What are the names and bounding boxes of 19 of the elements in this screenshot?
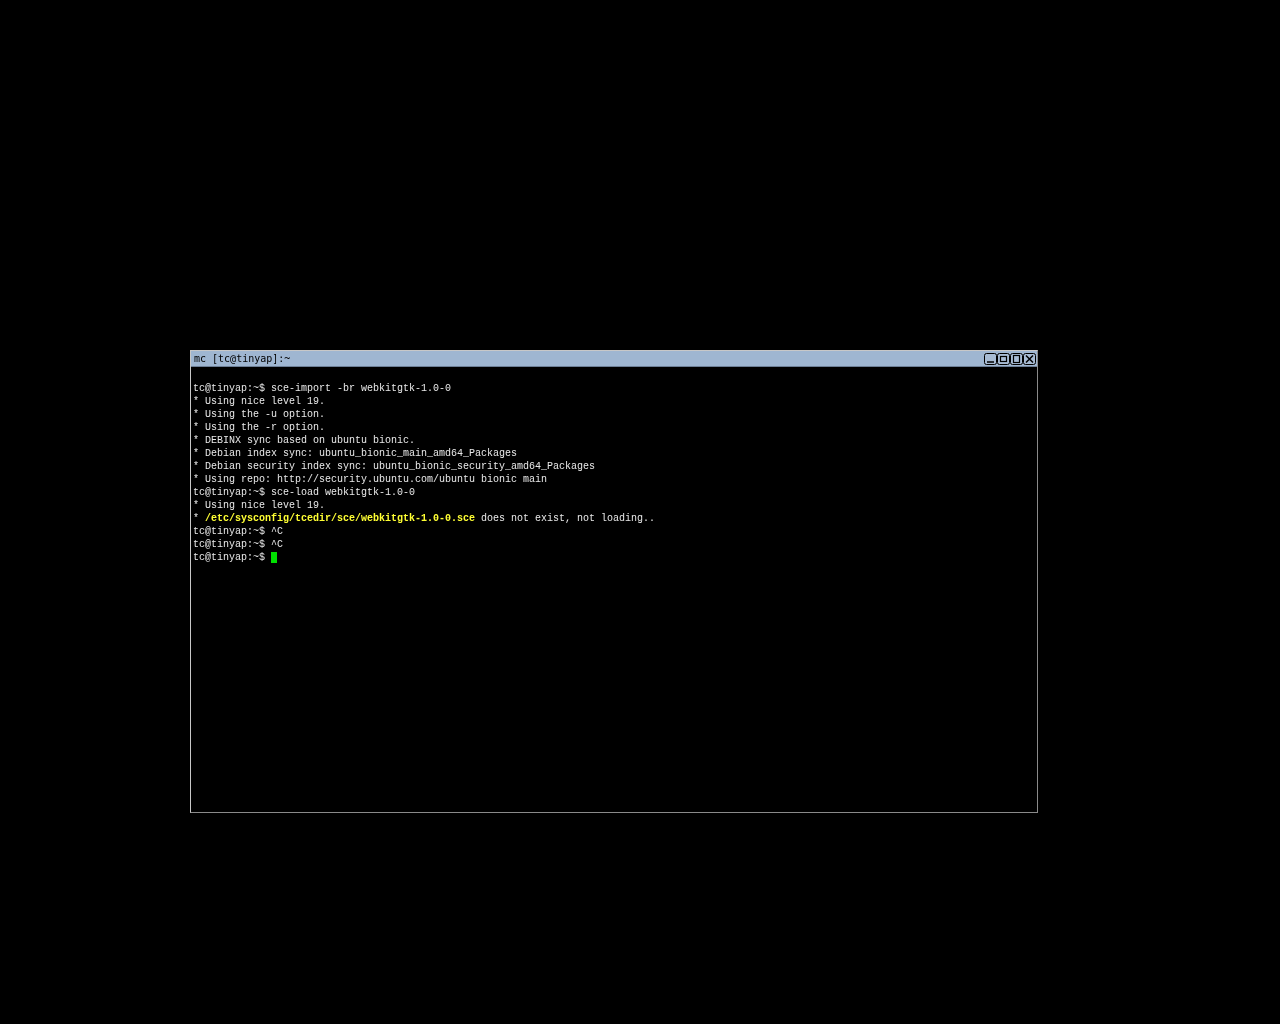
terminal-line: * Debian security index sync: ubuntu_bionic_security_amd64_Packages — [193, 460, 596, 473]
terminal-line: tc@tinyap:~$ ^C — [193, 538, 283, 551]
maximize-icon[interactable] — [1010, 352, 1023, 365]
terminal-line: * Using nice level 19. — [193, 499, 326, 512]
terminal-line: tc@tinyap:~$ sce-load webkitgtk-1.0-0 — [193, 486, 416, 499]
terminal-line: * Debian index sync: ubuntu_bionic_main_amd64_Packages — [193, 447, 518, 460]
minimize-icon[interactable] — [984, 352, 997, 365]
terminal-line: * Using repo: http://security.ubuntu.com/ubuntu bionic main — [193, 473, 548, 486]
terminal-line: * Using the -r option. — [193, 421, 326, 434]
window-title: mc [tc@tinyap]:~ — [194, 353, 291, 364]
terminal-line: * Using nice level 19. — [193, 395, 326, 408]
terminal-line: */etc/sysconfig/tcedir/sce/webkitgtk-1.0-0.sce does not exist, not loading.. — [193, 512, 656, 525]
terminal-line: * DEBINX sync based on ubuntu bionic. — [193, 434, 416, 447]
terminal-line: * Using the -u option. — [193, 408, 326, 421]
restore-icon[interactable] — [997, 352, 1010, 365]
close-icon[interactable] — [1023, 352, 1036, 365]
terminal-line: tc@tinyap:~$ — [193, 551, 266, 564]
terminal-line: tc@tinyap:~$ ^C — [193, 525, 283, 538]
terminal-line: tc@tinyap:~$ sce-import -br webkitgtk-1.0-0 — [193, 382, 452, 395]
